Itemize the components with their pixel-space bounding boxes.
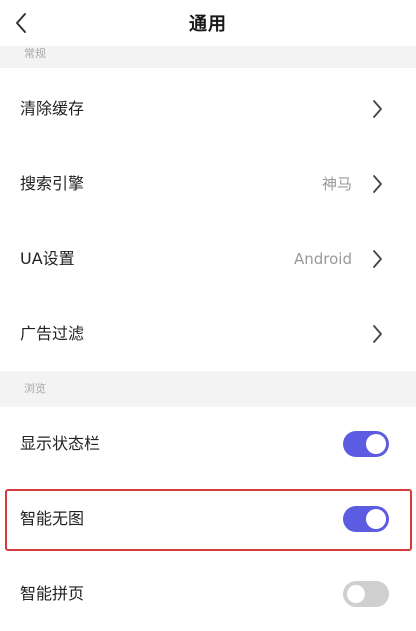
toggle-knob [346, 584, 366, 604]
section-header-browse: 浏览 [0, 371, 416, 407]
row-search-engine[interactable]: 搜索引擎 神马 [0, 147, 416, 221]
row-label-clear-cache: 清除缓存 [20, 99, 85, 118]
row-ad-filter[interactable]: 广告过滤 [0, 297, 416, 371]
row-show-status-bar[interactable]: 显示状态栏 [0, 407, 416, 481]
toggle-knob [366, 434, 386, 454]
status-bar-toggle[interactable] [343, 431, 389, 457]
row-value-ua-settings: Android [294, 250, 352, 268]
row-label-show-status-bar: 显示状态栏 [20, 434, 101, 453]
row-ua-settings[interactable]: UA设置 Android [0, 222, 416, 296]
section-label-browse: 浏览 [24, 382, 46, 395]
chevron-right-icon [371, 174, 383, 194]
smart-page-join-toggle[interactable] [343, 581, 389, 607]
row-clear-cache[interactable]: 清除缓存 [0, 72, 416, 146]
row-smart-page-join[interactable]: 智能拼页 [0, 557, 416, 631]
row-value-search-engine: 神马 [321, 175, 352, 193]
row-label-ad-filter: 广告过滤 [20, 324, 85, 343]
section-label-general: 常规 [24, 47, 46, 60]
smart-no-image-toggle[interactable] [343, 506, 389, 532]
row-label-search-engine: 搜索引擎 [20, 174, 85, 193]
row-label-ua-settings: UA设置 [20, 249, 75, 268]
row-label-smart-no-image: 智能无图 [20, 509, 85, 528]
row-smart-no-image[interactable]: 智能无图 [0, 482, 416, 556]
row-label-smart-page-join: 智能拼页 [20, 584, 85, 603]
section-header-general: 常规 [0, 44, 416, 68]
chevron-right-icon [371, 249, 383, 269]
chevron-right-icon [371, 324, 383, 344]
top-bar: 通用 [0, 0, 416, 46]
chevron-right-icon [371, 99, 383, 119]
page-title: 通用 [189, 14, 227, 35]
toggle-knob [366, 509, 386, 529]
